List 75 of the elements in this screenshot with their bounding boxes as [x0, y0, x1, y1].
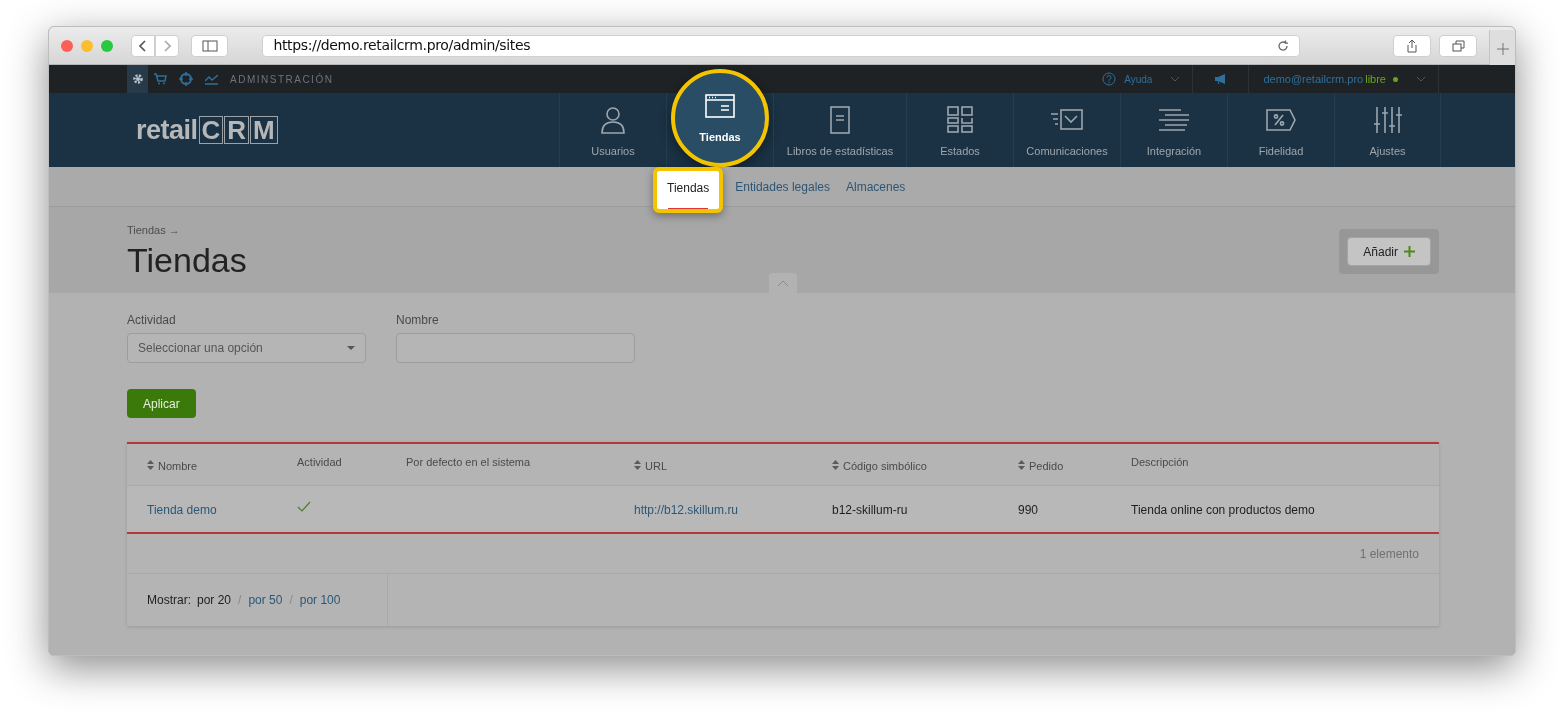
address-bar[interactable]: https://demo.retailcrm.pro/admin/sites	[262, 34, 1301, 57]
add-button[interactable]: Añadir	[1347, 237, 1431, 266]
user-email[interactable]: demo@retailcrm.pro	[1263, 70, 1364, 88]
nav-item[interactable]: Usuarios	[560, 93, 666, 167]
url-link[interactable]: http://b12.skillum.ru	[634, 503, 739, 517]
table-cell: Tienda online con productos demo	[1131, 503, 1315, 517]
page-size-link[interactable]: por 50	[248, 591, 283, 609]
minimize-button[interactable]	[80, 39, 93, 52]
breadcrumb[interactable]: Tiendas →	[127, 222, 1340, 239]
subnav-tab[interactable]: Entidades legales	[727, 167, 838, 207]
nav-item[interactable]: Libros de estadísticas	[774, 93, 906, 167]
separator: /	[289, 592, 293, 609]
maximize-button[interactable]	[100, 39, 113, 52]
nav-item[interactable]: Estados	[907, 93, 1013, 167]
nav-item[interactable]: Ajustes	[1335, 93, 1440, 167]
tabs-button[interactable]	[1439, 34, 1478, 57]
plan-label: libre	[1365, 71, 1386, 87]
share-icon	[1406, 38, 1419, 53]
share-button[interactable]	[1393, 34, 1432, 57]
column-header[interactable]: Nombre	[158, 458, 198, 475]
back-button[interactable]	[130, 34, 155, 57]
new-tab-button[interactable]	[1489, 29, 1515, 68]
reload-icon[interactable]	[1277, 39, 1290, 52]
chevron-left-icon	[138, 39, 147, 52]
table-cell: 990	[1018, 503, 1039, 517]
column-header: Por defecto en el sistema	[406, 455, 531, 471]
tabs-icon	[1451, 39, 1465, 52]
page-size-link[interactable]: por 100	[299, 591, 341, 609]
pagination-label: Mostrar:	[147, 592, 191, 609]
filter-label: Actividad	[127, 312, 177, 329]
sidebar-icon	[201, 39, 218, 52]
nav-item[interactable]: Fidelidad	[1228, 93, 1334, 167]
plus-icon	[1404, 246, 1415, 257]
separator: /	[238, 592, 242, 609]
cart-icon[interactable]	[154, 73, 167, 85]
page-title: Tiendas	[127, 239, 248, 280]
page-size-link[interactable]: por 20	[197, 591, 232, 609]
column-header[interactable]: URL	[645, 458, 667, 475]
logo-text: retail	[136, 113, 198, 147]
table-cell: b12-skillum-ru	[832, 503, 908, 517]
subnav-tab[interactable]: Tiendas	[653, 167, 724, 213]
section-label: ADMINSTRACIÓN	[230, 72, 334, 87]
sidebar-button[interactable]	[190, 34, 229, 57]
url-text: https://demo.retailcrm.pro/admin/sites	[273, 36, 532, 55]
chevron-right-icon	[162, 39, 171, 52]
nav-item[interactable]: Comunicaciones	[1014, 93, 1120, 167]
help-icon[interactable]	[1102, 72, 1117, 86]
item-count: 1 elemento	[1359, 545, 1419, 563]
apply-button[interactable]: Aplicar	[127, 389, 196, 418]
column-header[interactable]: Pedido	[1029, 458, 1064, 475]
caret-icon	[347, 346, 355, 350]
logo-letter: M	[250, 116, 278, 144]
target-icon[interactable]	[179, 72, 193, 86]
column-header[interactable]: Código simbólico	[843, 458, 927, 475]
select-field[interactable]: Seleccionar una opción	[127, 333, 366, 363]
help-link[interactable]: Ayuda	[1124, 71, 1153, 87]
nav-item[interactable]: Integración	[1121, 93, 1227, 167]
nav-item[interactable]: Tiendas	[671, 69, 769, 167]
store-link[interactable]: Tienda demo	[147, 503, 217, 517]
filter-label: Nombre	[396, 312, 440, 329]
logo[interactable]: retail C R M	[136, 93, 559, 167]
close-button[interactable]	[61, 39, 73, 52]
gear-icon[interactable]	[127, 65, 148, 93]
chart-line-icon[interactable]	[205, 73, 218, 85]
chevron-down-icon[interactable]	[1416, 76, 1426, 82]
plus-icon	[1496, 42, 1509, 55]
logo-letter: C	[198, 116, 224, 144]
column-header: Actividad	[297, 455, 342, 471]
forward-button[interactable]	[154, 34, 179, 57]
logo-letter: R	[224, 116, 250, 144]
chevron-up-icon	[777, 279, 789, 287]
column-header: Descripción	[1131, 455, 1189, 471]
chevron-down-icon[interactable]	[1170, 76, 1181, 82]
subnav-tab[interactable]: Almacenes	[838, 167, 914, 207]
input-field[interactable]	[396, 333, 635, 363]
